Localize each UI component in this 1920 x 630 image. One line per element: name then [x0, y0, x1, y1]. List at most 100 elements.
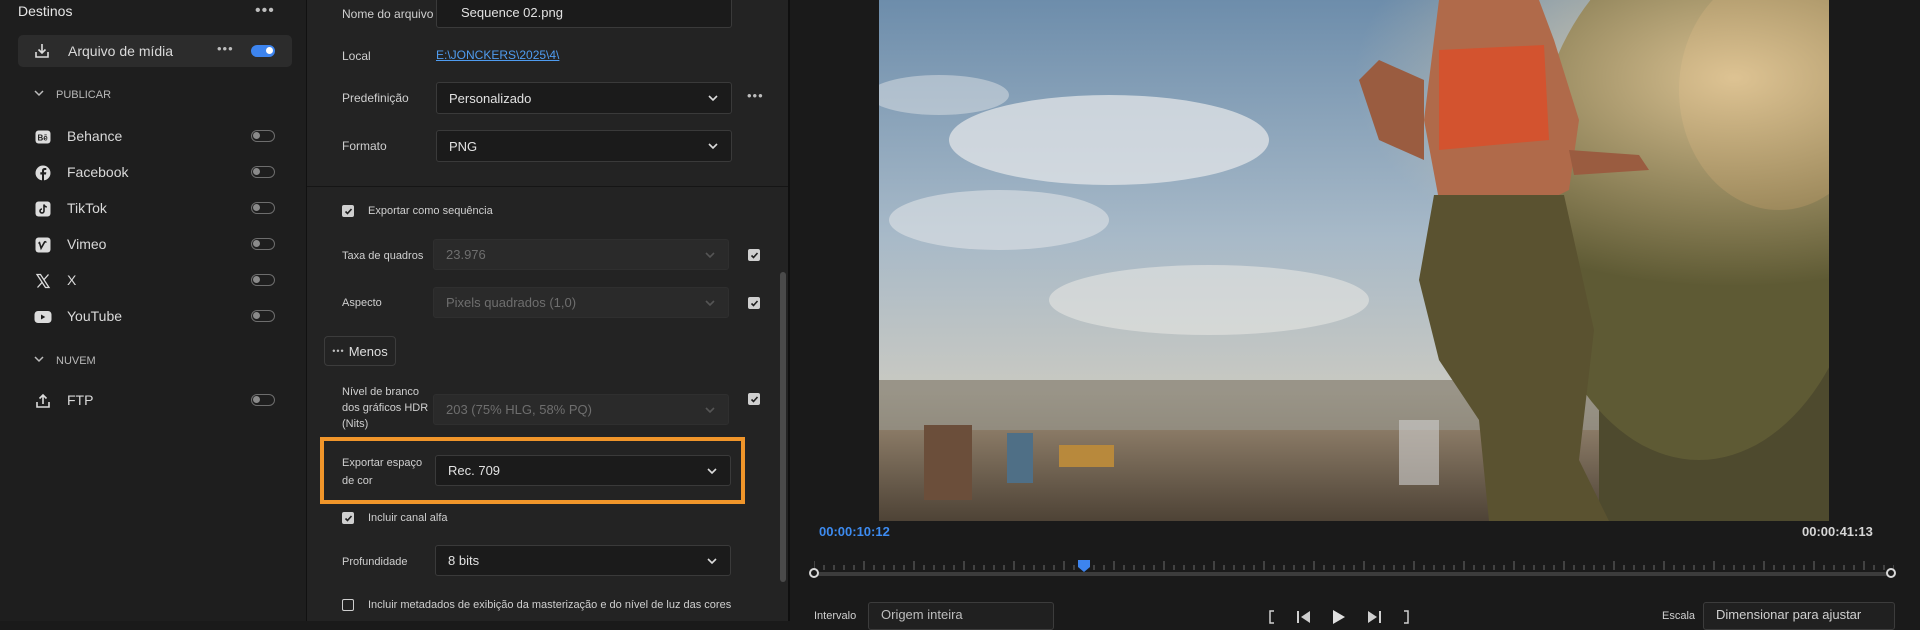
chevron-down-icon: [707, 558, 717, 565]
framerate-match-checkbox[interactable]: [748, 249, 760, 261]
media-file-destination[interactable]: Arquivo de mídia •••: [18, 35, 292, 67]
destination-behance[interactable]: Bē Behance: [0, 124, 306, 152]
checkmark-icon: [750, 299, 758, 307]
preset-label: Predefinição: [342, 91, 409, 105]
destinations-more-icon[interactable]: •••: [255, 2, 275, 20]
depth-value: 8 bits: [448, 553, 480, 568]
alpha-checkbox[interactable]: [342, 512, 354, 524]
settings-scrollbar[interactable]: [780, 272, 786, 582]
tiktok-icon: [34, 200, 52, 218]
ftp-toggle[interactable]: [251, 394, 275, 406]
range-select[interactable]: Origem inteira: [868, 602, 1054, 630]
video-frame-image: [879, 0, 1829, 521]
behance-icon: Bē: [34, 128, 52, 146]
aspect-value: Pixels quadrados (1,0): [446, 295, 577, 310]
destination-label: TikTok: [67, 200, 107, 216]
colorspace-select[interactable]: Rec. 709: [435, 455, 731, 486]
chevron-down-icon: [705, 252, 715, 259]
destination-x[interactable]: X: [0, 268, 306, 296]
x-toggle[interactable]: [251, 274, 275, 286]
chevron-down-icon: [705, 407, 715, 414]
hdr-match-checkbox[interactable]: [748, 393, 760, 405]
duration-timecode: 00:00:41:13: [1802, 524, 1873, 539]
chevron-down-icon: [708, 143, 718, 150]
preset-more-icon[interactable]: •••: [747, 88, 764, 103]
mark-out-icon[interactable]: [1402, 610, 1410, 627]
aspect-select[interactable]: Pixels quadrados (1,0): [433, 287, 729, 318]
scale-value: Dimensionar para ajustar: [1716, 607, 1862, 622]
less-button[interactable]: ••• Menos: [324, 336, 396, 366]
depth-label: Profundidade: [342, 556, 408, 568]
timeline-track: [814, 572, 1894, 576]
hdr-select[interactable]: 203 (75% HLG, 58% PQ): [433, 394, 729, 425]
destination-label: YouTube: [67, 308, 123, 324]
format-select[interactable]: PNG: [436, 130, 732, 162]
download-icon: [33, 42, 51, 60]
svg-text:Bē: Bē: [38, 134, 49, 143]
metadata-checkbox[interactable]: [342, 599, 354, 611]
scale-select[interactable]: Dimensionar para ajustar: [1703, 602, 1895, 630]
framerate-value: 23.976: [446, 247, 486, 262]
checkmark-icon: [344, 207, 352, 215]
chevron-down-icon: [708, 95, 718, 102]
colorspace-label: Exportar espaço de cor: [342, 457, 423, 487]
timeline-ticks: [813, 561, 1895, 570]
aspect-match-checkbox[interactable]: [748, 297, 760, 309]
checkmark-icon: [750, 395, 758, 403]
video-frame: [879, 0, 1829, 521]
checkmark-icon: [344, 514, 352, 522]
publish-chevron-icon[interactable]: [34, 88, 44, 100]
timeline-scrubber[interactable]: [809, 553, 1896, 583]
playhead-icon: [1078, 560, 1090, 572]
facebook-icon: [34, 164, 52, 182]
in-point-handle[interactable]: [809, 568, 819, 578]
filename-input[interactable]: Sequence 02.png: [436, 0, 732, 28]
chevron-down-icon: [705, 300, 715, 307]
playhead[interactable]: [1078, 560, 1090, 575]
framerate-select[interactable]: 23.976: [433, 239, 729, 270]
behance-toggle[interactable]: [251, 130, 275, 142]
step-back-icon[interactable]: [1296, 610, 1312, 627]
range-value: Origem inteira: [881, 607, 963, 622]
cloud-chevron-icon[interactable]: [34, 354, 44, 366]
destinations-panel: Destinos ••• Arquivo de mídia ••• PUBLIC…: [0, 0, 307, 621]
vimeo-toggle[interactable]: [251, 238, 275, 250]
filename-label: Nome do arquivo: [342, 7, 434, 21]
scale-label: Escala: [1662, 610, 1696, 622]
transport-controls: [1268, 609, 1438, 628]
destination-label: FTP: [67, 392, 94, 408]
step-forward-icon[interactable]: [1366, 610, 1382, 627]
destination-youtube[interactable]: YouTube: [0, 304, 306, 332]
youtube-toggle[interactable]: [251, 310, 275, 322]
destination-label: Facebook: [67, 164, 129, 180]
section-divider: [307, 186, 788, 187]
checkmark-icon: [750, 251, 758, 259]
destination-ftp[interactable]: FTP: [0, 388, 306, 416]
destination-vimeo[interactable]: Vimeo: [0, 232, 306, 260]
format-label: Formato: [342, 139, 387, 153]
dots-icon: •••: [332, 346, 345, 356]
preset-select[interactable]: Personalizado: [436, 82, 732, 114]
hdr-label: Nível de branco dos gráficos HDR (Nits): [342, 386, 429, 430]
current-timecode[interactable]: 00:00:10:12: [819, 524, 890, 539]
hdr-value: 203 (75% HLG, 58% PQ): [446, 402, 592, 417]
mark-in-icon[interactable]: [1268, 610, 1276, 627]
aspect-label: Aspecto: [342, 297, 382, 309]
play-icon[interactable]: [1332, 609, 1346, 628]
export-sequence-checkbox[interactable]: [342, 205, 354, 217]
out-point-handle[interactable]: [1886, 568, 1896, 578]
destination-facebook[interactable]: Facebook: [0, 160, 306, 188]
media-file-toggle[interactable]: [251, 45, 275, 57]
alpha-label: Incluir canal alfa: [368, 512, 448, 524]
youtube-icon: [34, 308, 52, 326]
upload-icon: [34, 392, 52, 410]
destinations-title: Destinos: [18, 3, 73, 19]
tiktok-toggle[interactable]: [251, 202, 275, 214]
format-value: PNG: [449, 138, 478, 154]
media-file-more-icon[interactable]: •••: [217, 41, 234, 56]
cloud-section-header: NUVEM: [56, 355, 96, 367]
depth-select[interactable]: 8 bits: [435, 545, 731, 576]
destination-tiktok[interactable]: TikTok: [0, 196, 306, 224]
location-link[interactable]: E:\JONCKERS\2025\4\: [436, 48, 559, 62]
facebook-toggle[interactable]: [251, 166, 275, 178]
